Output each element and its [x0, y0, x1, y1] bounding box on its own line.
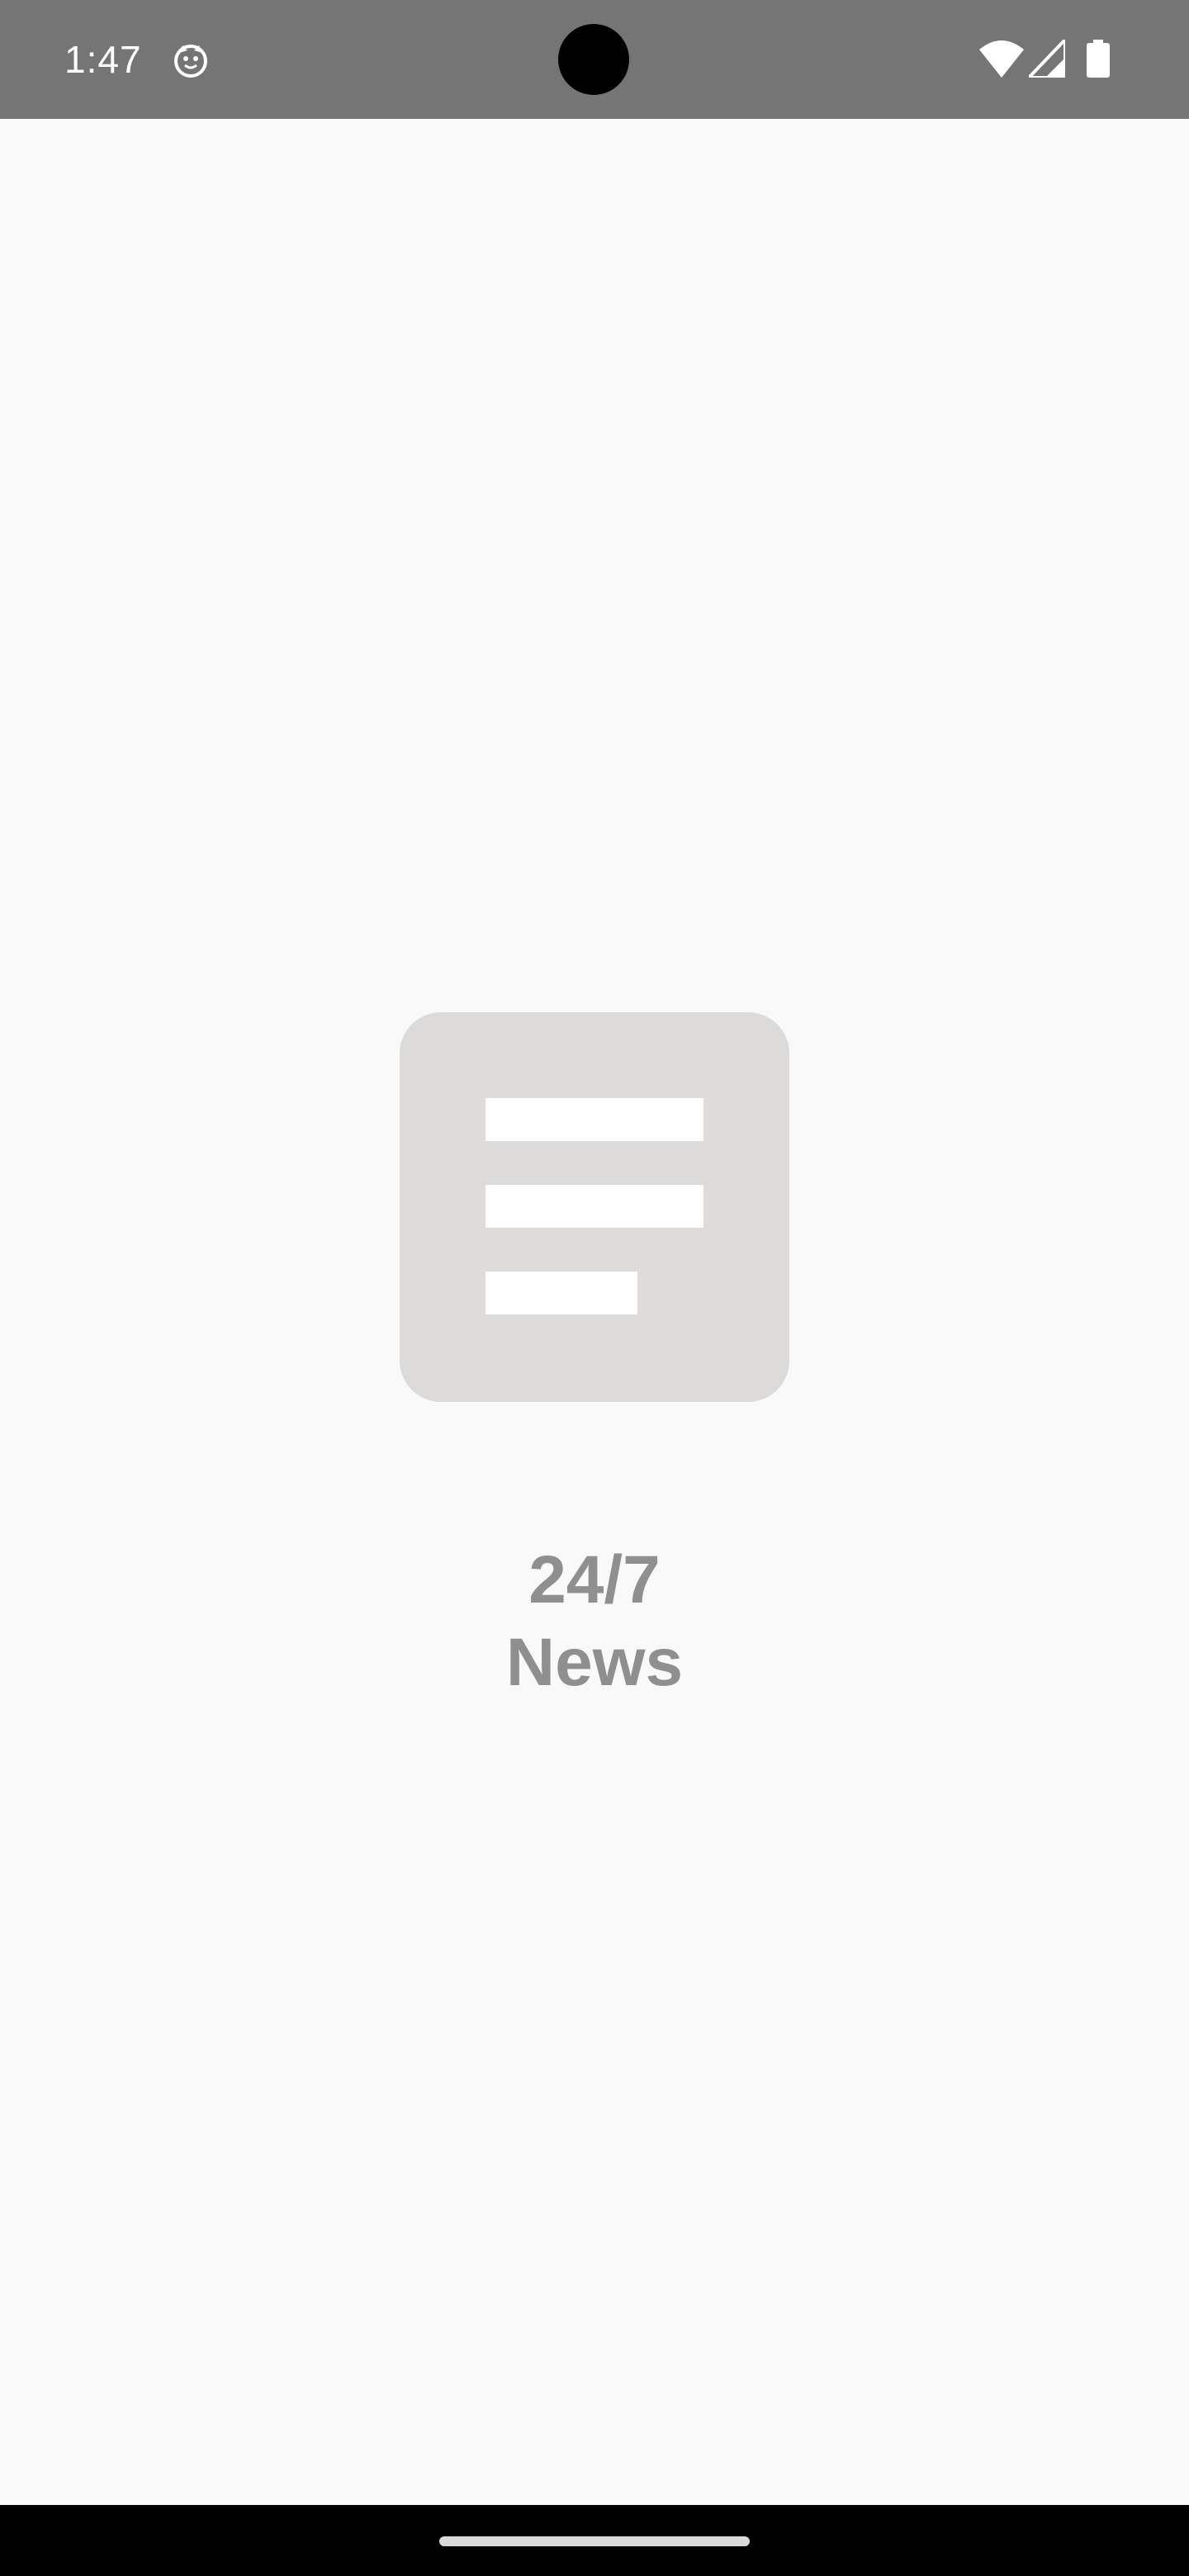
notification-app-icon	[174, 45, 207, 78]
news-document-icon	[400, 1012, 789, 1402]
status-time: 1:47	[64, 38, 142, 81]
wifi-icon	[979, 40, 1024, 78]
app-title-line1: 24/7	[528, 1542, 661, 1617]
logo-line	[486, 1098, 703, 1141]
app-title: 24/7 News	[347, 1539, 842, 1704]
status-bar: 1:47	[0, 0, 1189, 119]
navigation-bar	[0, 2505, 1189, 2576]
home-indicator[interactable]	[439, 2536, 750, 2546]
app-title-line2: News	[505, 1625, 684, 1700]
logo-line	[486, 1271, 637, 1314]
cellular-signal-icon	[1029, 40, 1065, 78]
logo-line	[486, 1185, 703, 1228]
camera-cutout	[558, 24, 629, 95]
battery-icon	[1087, 40, 1110, 78]
